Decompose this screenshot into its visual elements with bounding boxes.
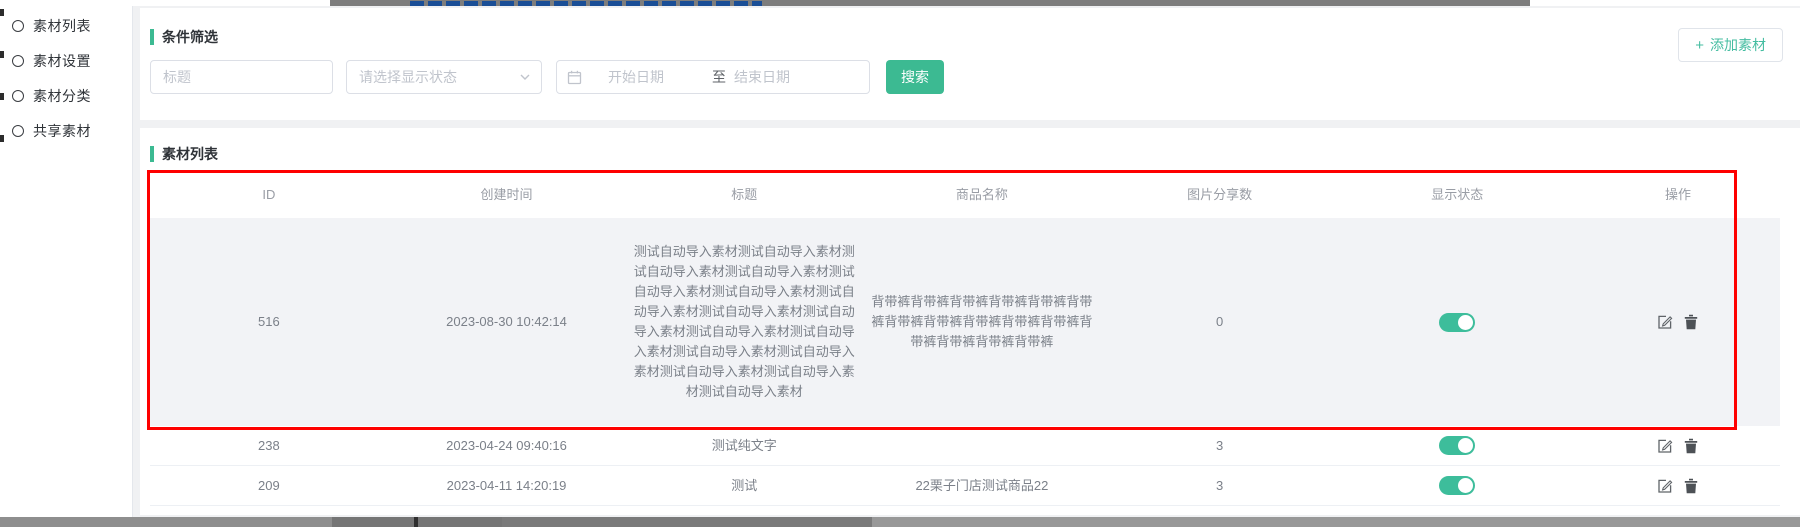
filter-section-title: 条件筛选 xyxy=(150,27,218,47)
clipped-link-text xyxy=(410,1,762,6)
cell-created: 2023-04-24 09:40:16 xyxy=(388,436,626,456)
chevron-down-icon xyxy=(519,71,531,83)
cell-actions xyxy=(1576,478,1780,494)
cell-actions xyxy=(1576,438,1780,454)
circle-icon xyxy=(12,125,24,137)
display-toggle[interactable] xyxy=(1439,476,1475,495)
display-status-select[interactable]: 请选择显示状态 xyxy=(346,60,542,94)
sidebar-item-label: 素材分类 xyxy=(33,86,91,106)
bottom-bar-divider xyxy=(414,517,418,527)
edge-tick xyxy=(0,135,4,142)
clipped-top-bar xyxy=(330,0,1530,6)
edit-icon[interactable] xyxy=(1657,438,1673,454)
sidebar-item-material-list[interactable]: 素材列表 xyxy=(0,8,132,43)
col-actions: 操作 xyxy=(1576,185,1780,205)
sidebar-item-material-category[interactable]: 素材分类 xyxy=(0,78,132,113)
cell-title: 测试纯文字 xyxy=(625,436,863,456)
circle-icon xyxy=(12,90,24,102)
cell-id: 238 xyxy=(150,436,388,456)
circle-icon xyxy=(12,55,24,67)
table-row: 516 2023-08-30 10:42:14 测试自动导入素材测试自动导入素材… xyxy=(150,218,1780,426)
col-id: ID xyxy=(150,185,388,205)
table-section-title: 素材列表 xyxy=(150,144,218,164)
cell-title: 测试 xyxy=(625,476,863,496)
table-row: 209 2023-04-11 14:20:19 测试 22栗子门店测试商品22 … xyxy=(150,466,1780,506)
cell-id: 209 xyxy=(150,476,388,496)
table-row: 238 2023-04-24 09:40:16 测试纯文字 3 xyxy=(150,426,1780,466)
edge-tick xyxy=(0,51,4,58)
accent-bar xyxy=(150,29,154,45)
add-material-label: 添加素材 xyxy=(1710,35,1766,55)
calendar-icon xyxy=(567,70,582,85)
filter-card: 条件筛选 + 添加素材 请选择显示状态 开始日期 至 结束日期 搜索 xyxy=(140,8,1800,120)
cell-display-status xyxy=(1338,476,1576,495)
cell-actions xyxy=(1576,314,1780,330)
cell-shares: 3 xyxy=(1101,476,1339,496)
accent-bar xyxy=(150,146,154,162)
sidebar-item-label: 素材列表 xyxy=(33,16,91,36)
edit-icon[interactable] xyxy=(1657,314,1673,330)
sidebar-item-material-settings[interactable]: 素材设置 xyxy=(0,43,132,78)
cell-product: 背带裤背带裤背带裤背带裤背带裤背带裤背带裤背带裤背带裤背带裤背带裤背带裤背带裤背… xyxy=(863,292,1101,352)
cell-title: 测试自动导入素材测试自动导入素材测试自动导入素材测试自动导入素材测试自动导入素材… xyxy=(625,242,863,402)
search-button[interactable]: 搜索 xyxy=(886,60,944,94)
sidebar-item-label: 素材设置 xyxy=(33,51,91,71)
cell-shares: 3 xyxy=(1101,436,1339,456)
cell-created: 2023-04-11 14:20:19 xyxy=(388,476,626,496)
sidebar: 素材列表 素材设置 素材分类 共享素材 xyxy=(0,6,133,517)
material-list-card: 素材列表 ID 创建时间 标题 商品名称 图片分享数 显示状态 操作 516 2… xyxy=(140,128,1800,515)
end-date-placeholder: 结束日期 xyxy=(734,67,830,87)
col-shares: 图片分享数 xyxy=(1101,185,1339,205)
date-range-picker[interactable]: 开始日期 至 结束日期 xyxy=(556,60,870,94)
bottom-bar-segment xyxy=(872,517,1800,527)
cell-product: 22栗子门店测试商品22 xyxy=(863,476,1101,496)
edge-tick xyxy=(0,93,4,100)
delete-icon[interactable] xyxy=(1683,478,1699,494)
cell-created: 2023-08-30 10:42:14 xyxy=(388,312,626,332)
cell-shares: 0 xyxy=(1101,312,1339,332)
plus-icon: + xyxy=(1695,37,1704,54)
delete-icon[interactable] xyxy=(1683,438,1699,454)
cell-display-status xyxy=(1338,436,1576,455)
clipped-bottom-bar xyxy=(0,517,1800,527)
circle-icon xyxy=(12,20,24,32)
cell-display-status xyxy=(1338,313,1576,332)
col-title: 标题 xyxy=(625,185,863,205)
date-separator: 至 xyxy=(712,67,726,87)
delete-icon[interactable] xyxy=(1683,314,1699,330)
sidebar-item-label: 共享素材 xyxy=(33,121,91,141)
display-toggle[interactable] xyxy=(1439,436,1475,455)
edge-tick xyxy=(0,9,4,16)
filter-row: 请选择显示状态 开始日期 至 结束日期 搜索 xyxy=(150,60,944,94)
start-date-placeholder: 开始日期 xyxy=(608,67,704,87)
col-created: 创建时间 xyxy=(388,185,626,205)
bottom-bar-segment xyxy=(502,517,872,527)
table-header-row: ID 创建时间 标题 商品名称 图片分享数 显示状态 操作 xyxy=(150,172,1780,218)
material-table: ID 创建时间 标题 商品名称 图片分享数 显示状态 操作 516 2023-0… xyxy=(150,172,1780,506)
col-product: 商品名称 xyxy=(863,185,1101,205)
sidebar-item-shared-material[interactable]: 共享素材 xyxy=(0,113,132,148)
cell-id: 516 xyxy=(150,312,388,332)
add-material-button[interactable]: + 添加素材 xyxy=(1678,28,1783,62)
display-toggle[interactable] xyxy=(1439,313,1475,332)
col-display-status: 显示状态 xyxy=(1338,185,1576,205)
title-input[interactable] xyxy=(150,60,333,94)
edit-icon[interactable] xyxy=(1657,478,1673,494)
